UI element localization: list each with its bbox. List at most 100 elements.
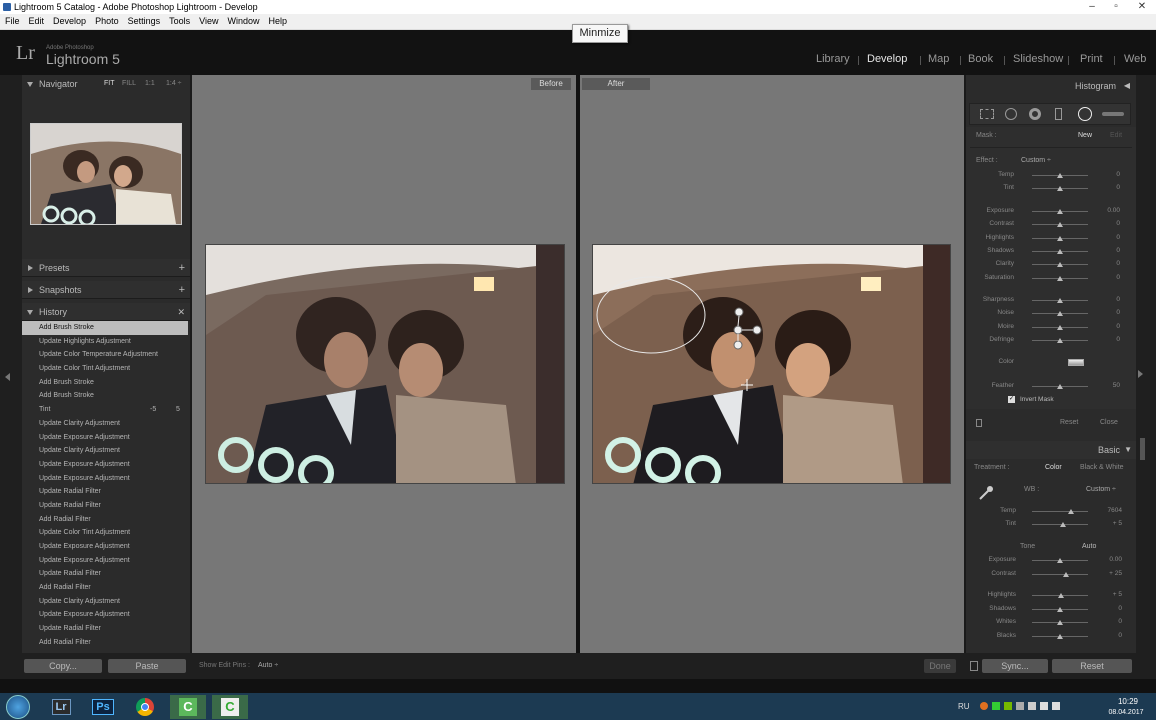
slider-value-feather[interactable]: 50: [1100, 382, 1120, 389]
slider-value-defringe[interactable]: 0: [1100, 336, 1120, 343]
history-item[interactable]: Update Exposure Adjustment: [22, 458, 188, 472]
slider-value-tint[interactable]: 0: [1100, 184, 1120, 191]
close-icon[interactable]: ✕: [1128, 0, 1156, 14]
slider-knob-temp[interactable]: [1068, 509, 1075, 514]
module-develop[interactable]: Develop: [867, 53, 907, 65]
clear-history-icon[interactable]: ✕: [177, 303, 185, 321]
history-item[interactable]: Add Radial Filter: [22, 636, 188, 650]
history-item[interactable]: Update Clarity Adjustment: [22, 595, 188, 609]
menu-file[interactable]: File: [5, 16, 20, 26]
show-edit-pins-select[interactable]: Auto ÷: [258, 662, 278, 669]
slider-value-exposure[interactable]: 0.00: [1100, 207, 1120, 214]
add-preset-icon[interactable]: +: [179, 259, 185, 277]
collapse-left-icon[interactable]: [5, 373, 10, 381]
slider-knob-noise[interactable]: [1057, 311, 1063, 317]
start-button[interactable]: [6, 695, 30, 719]
slider-knob-contrast[interactable]: [1057, 222, 1063, 228]
slider-knob-shadows[interactable]: [1057, 606, 1063, 612]
collapse-right-icon[interactable]: [1138, 370, 1143, 378]
filter-close-button[interactable]: Close: [1100, 419, 1118, 426]
menu-tools[interactable]: Tools: [169, 16, 190, 26]
slider-knob-whites[interactable]: [1057, 620, 1063, 625]
history-item[interactable]: Update Exposure Adjustment: [22, 472, 188, 486]
module-map[interactable]: Map: [928, 53, 949, 65]
slider-knob-highlights[interactable]: [1057, 235, 1063, 241]
basic-header[interactable]: Basic ▼: [966, 441, 1136, 459]
slider-value-tint[interactable]: + 5: [1102, 520, 1122, 527]
slider-knob-highlights[interactable]: [1058, 593, 1065, 598]
history-item[interactable]: Tint -5 5: [22, 403, 188, 417]
filter-reset-button[interactable]: Reset: [1060, 419, 1078, 426]
red-eye-icon[interactable]: [1029, 108, 1041, 120]
history-item[interactable]: Update Exposure Adjustment: [22, 431, 188, 445]
right-panel-edge[interactable]: [1136, 75, 1156, 653]
history-item[interactable]: Update Radial Filter: [22, 485, 188, 499]
slider-value-highlights[interactable]: 0: [1100, 234, 1120, 241]
tone-auto-button[interactable]: Auto: [1082, 543, 1096, 550]
slider-knob-shadows[interactable]: [1057, 248, 1063, 254]
slider-value-sharpness[interactable]: 0: [1100, 296, 1120, 303]
zoom-1-1[interactable]: 1:1: [145, 75, 155, 93]
taskbar-camtasia[interactable]: C: [170, 695, 206, 719]
history-item[interactable]: Update Highlights Adjustment: [22, 335, 188, 349]
treatment-bw[interactable]: Black & White: [1080, 464, 1124, 471]
history-item[interactable]: Update Clarity Adjustment: [22, 444, 188, 458]
clock-date[interactable]: 08.04.2017: [1104, 709, 1148, 716]
slider-track-contrast[interactable]: [1032, 573, 1088, 575]
module-slideshow[interactable]: Slideshow: [1013, 53, 1063, 65]
slider-knob-defringe[interactable]: [1057, 337, 1063, 343]
copy-button[interactable]: Copy...: [24, 659, 102, 673]
module-print[interactable]: Print: [1080, 53, 1103, 65]
menu-window[interactable]: Window: [228, 16, 260, 26]
slider-value-noise[interactable]: 0: [1100, 309, 1120, 316]
slider-knob-tint[interactable]: [1059, 522, 1066, 527]
presets-header[interactable]: Presets +: [22, 259, 190, 277]
slider-knob-tint[interactable]: [1057, 186, 1063, 191]
slider-value-shadows[interactable]: 0: [1100, 247, 1120, 254]
crop-tool-icon[interactable]: [980, 109, 994, 119]
history-item[interactable]: Update Radial Filter: [22, 567, 188, 581]
history-item[interactable]: Update Clarity Adjustment: [22, 417, 188, 431]
left-panel-edge[interactable]: [0, 75, 22, 653]
wb-eyedropper-icon[interactable]: [978, 485, 994, 501]
slider-knob-clarity[interactable]: [1057, 262, 1063, 268]
graduated-filter-icon[interactable]: [1055, 108, 1062, 120]
history-header[interactable]: History ✕: [22, 303, 190, 321]
history-item[interactable]: Add Brush Stroke: [22, 376, 188, 390]
menu-edit[interactable]: Edit: [29, 16, 45, 26]
slider-value-blacks[interactable]: 0: [1102, 632, 1122, 639]
slider-value-contrast[interactable]: + 25: [1102, 570, 1122, 577]
slider-knob-exposure[interactable]: [1057, 558, 1063, 563]
slider-knob-exposure[interactable]: [1057, 209, 1063, 214]
history-item[interactable]: Add Radial Filter: [22, 581, 188, 595]
slider-knob-blacks[interactable]: [1057, 633, 1063, 639]
slider-value-highlights[interactable]: + 5: [1102, 591, 1122, 598]
menu-view[interactable]: View: [199, 16, 218, 26]
right-scrollbar[interactable]: [1140, 438, 1145, 460]
snapshots-header[interactable]: Snapshots +: [22, 281, 190, 299]
menu-develop[interactable]: Develop: [53, 16, 86, 26]
sync-button[interactable]: Sync...: [982, 659, 1048, 673]
history-item[interactable]: Update Exposure Adjustment: [22, 540, 188, 554]
slider-knob-feather[interactable]: [1057, 384, 1063, 389]
slider-value-moire[interactable]: 0: [1100, 323, 1120, 330]
history-item[interactable]: Update Color Tint Adjustment: [22, 362, 188, 376]
slider-knob-saturation[interactable]: [1057, 275, 1063, 281]
taskbar-photoshop[interactable]: Ps: [85, 695, 121, 719]
done-button[interactable]: Done: [924, 659, 956, 673]
slider-knob-temp[interactable]: [1057, 173, 1063, 178]
history-item[interactable]: Update Exposure Adjustment: [22, 608, 188, 622]
maximize-icon[interactable]: ▫: [1104, 0, 1128, 14]
slider-value-contrast[interactable]: 0: [1100, 220, 1120, 227]
history-item[interactable]: Update Color Temperature Adjustment: [22, 348, 188, 362]
slider-value-clarity[interactable]: 0: [1100, 260, 1120, 267]
history-item[interactable]: Update Radial Filter: [22, 622, 188, 636]
module-web[interactable]: Web: [1124, 53, 1146, 65]
histogram-header[interactable]: Histogram ◀: [966, 75, 1136, 97]
menu-photo[interactable]: Photo: [95, 16, 119, 26]
slider-value-exposure[interactable]: 0.00: [1102, 556, 1122, 563]
zoom-1-4[interactable]: 1:4 ÷: [166, 75, 182, 93]
slider-knob-moire[interactable]: [1057, 324, 1063, 330]
after-photo[interactable]: [592, 244, 951, 484]
history-item[interactable]: Add Brush Stroke: [22, 321, 188, 335]
